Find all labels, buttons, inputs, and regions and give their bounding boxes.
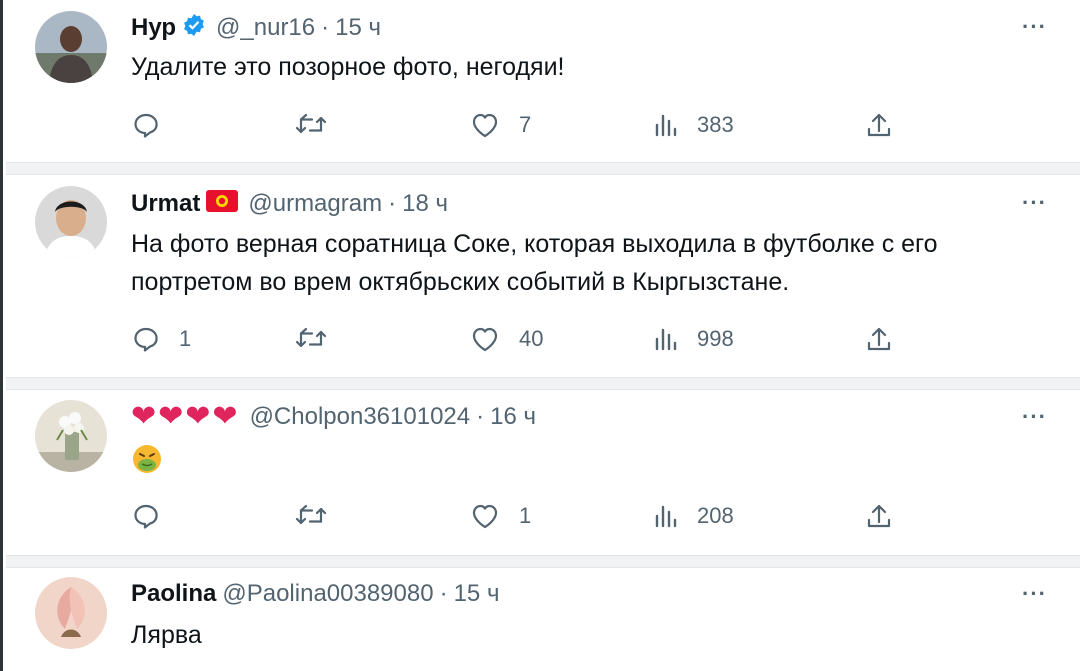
heart-icon [472,504,498,529]
views-icon [655,114,677,137]
like-count: 7 [519,112,532,137]
separator-dot: · [439,580,448,607]
reply-button[interactable] [131,499,179,533]
timestamp[interactable]: 16 ч [490,403,536,431]
avatar[interactable] [35,400,107,472]
tweet-text: Лярва [131,621,202,649]
more-options-icon[interactable]: ··· [1022,581,1047,607]
reply-icon [134,327,158,352]
tweet[interactable]: ❤ ❤ ❤ ❤ @Cholpon36101024 · 16 ч ··· 1 20… [6,390,1080,555]
tweet-actions: 7 383 [131,108,901,142]
like-button[interactable]: 40 [469,322,543,356]
nauseated-face-emoji-icon [131,443,163,480]
author-name[interactable]: Paolina [131,580,216,608]
view-count: 208 [697,503,734,528]
share-button[interactable] [866,322,892,356]
like-count: 40 [519,326,544,351]
author-handle[interactable]: @Cholpon36101024 [250,403,471,431]
avatar[interactable] [35,186,107,258]
tweet-header: Нур @_nur16 · 15 ч [131,11,381,45]
heart-icon [472,113,498,138]
tweet-actions: 1 208 [131,499,901,533]
timestamp[interactable]: 18 ч [402,190,448,218]
tweet-header: Urmat @urmagram · 18 ч [131,187,448,221]
tweet[interactable]: Urmat @urmagram · 18 ч ··· На фото верна… [6,175,1080,377]
view-count: 383 [697,112,734,137]
author-handle[interactable]: @_nur16 [216,14,315,42]
display-name-hearts[interactable]: ❤ ❤ ❤ ❤ [131,402,240,432]
retweet-icon [295,113,327,134]
tweet-text: Удалите это позорное фото, негодяи! [131,53,565,81]
timeline: Нур @_nur16 · 15 ч ··· Удалите это позор… [0,0,1080,671]
separator-dot: · [321,14,330,41]
reply-count: 1 [179,326,192,351]
divider [6,377,1080,390]
retweet-icon [295,504,327,525]
like-button[interactable]: 1 [469,499,531,533]
tweet-header: Paolina @Paolina00389080 · 15 ч [131,577,499,611]
author-name[interactable]: Нур [131,14,176,42]
reply-button[interactable]: 1 [131,322,191,356]
author-handle[interactable]: @urmagram [248,190,382,218]
views-icon [655,328,677,351]
author-handle[interactable]: @Paolina00389080 [222,580,433,608]
avatar[interactable] [35,11,107,83]
more-options-icon[interactable]: ··· [1022,14,1047,40]
heart-emoji-icon: ❤ [212,400,238,433]
reply-icon [134,113,158,138]
separator-dot: · [476,403,485,430]
views-icon [655,505,677,528]
share-icon [867,504,891,528]
timestamp[interactable]: 15 ч [454,580,500,608]
heart-emoji-icon: ❤ [158,400,184,433]
share-icon [867,327,891,351]
reply-icon [134,504,158,529]
like-count: 1 [519,503,532,528]
views-button[interactable]: 383 [653,108,734,142]
more-options-icon[interactable]: ··· [1022,190,1047,216]
avatar[interactable] [35,577,107,649]
heart-emoji-icon: ❤ [185,400,211,433]
view-count: 998 [697,326,734,351]
share-button[interactable] [866,108,892,142]
more-options-icon[interactable]: ··· [1022,404,1047,430]
retweet-button[interactable] [294,499,346,533]
separator-dot: · [388,190,397,217]
tweet-text: На фото верная соратница Соке, которая в… [131,230,938,296]
author-name[interactable]: Urmat [131,190,200,218]
heart-icon [472,327,498,352]
share-button[interactable] [866,499,892,533]
tweet[interactable]: Paolina @Paolina00389080 · 15 ч ··· Лярв… [6,568,1080,671]
timestamp[interactable]: 15 ч [335,14,381,42]
tweet[interactable]: Нур @_nur16 · 15 ч ··· Удалите это позор… [6,0,1080,162]
views-button[interactable]: 998 [653,322,734,356]
verified-badge-icon [182,13,206,44]
retweet-button[interactable] [294,322,346,356]
reply-button[interactable] [131,108,179,142]
kyrgyzstan-flag-icon [206,189,239,219]
like-button[interactable]: 7 [469,108,531,142]
tweet-header: ❤ ❤ ❤ ❤ @Cholpon36101024 · 16 ч [131,400,536,434]
retweet-button[interactable] [294,108,346,142]
share-icon [867,113,891,137]
heart-emoji-icon: ❤ [131,400,157,433]
tweet-actions: 1 40 998 [131,322,901,356]
retweet-icon [295,327,327,348]
divider [6,162,1080,175]
divider [6,555,1080,568]
views-button[interactable]: 208 [653,499,734,533]
